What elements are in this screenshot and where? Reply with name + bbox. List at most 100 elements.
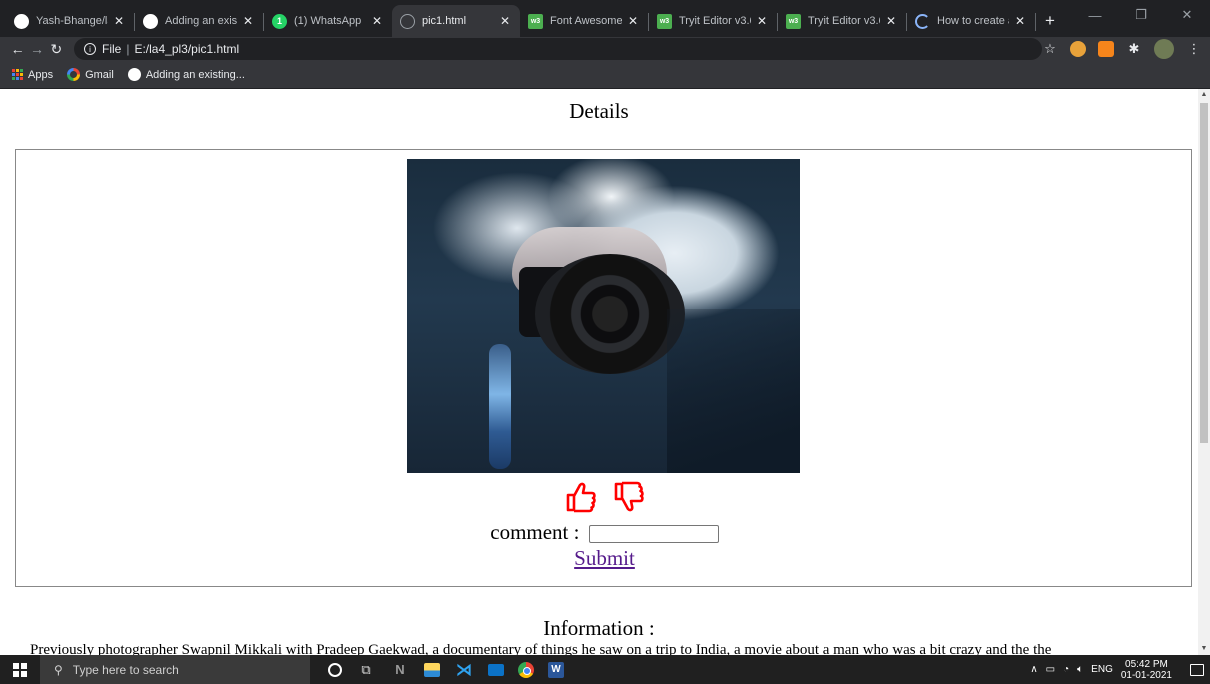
chevron-up-icon[interactable]: ∧ <box>1030 664 1037 675</box>
metamask-extension-icon[interactable] <box>1098 41 1114 57</box>
tab-title: pic1.html <box>422 15 467 27</box>
tab-how-to-create[interactable]: How to create an ✕ <box>907 5 1035 37</box>
forward-arrow-icon[interactable]: → <box>27 41 46 57</box>
page-scrollbar[interactable]: ▲ ▼ <box>1198 89 1210 655</box>
maximize-icon[interactable]: ❐ <box>1118 0 1164 30</box>
start-button[interactable] <box>0 655 40 684</box>
tab-pic1-active[interactable]: pic1.html ✕ <box>392 5 520 37</box>
taskbar-search[interactable]: ⚲ Type here to search <box>40 655 310 684</box>
address-url[interactable]: E:/la4_pl3/pic1.html <box>134 42 239 56</box>
volume-icon[interactable]: 🔈︎ <box>1077 664 1083 675</box>
system-tray: ∧ ▭ ◔ 🔈︎ ENG 05:42 PM 01-01-2021 <box>1030 659 1210 681</box>
submit-row: Submit <box>16 546 1193 571</box>
tab-title: (1) WhatsApp <box>294 15 362 27</box>
apps-grid-icon <box>12 69 23 80</box>
close-icon[interactable]: ✕ <box>498 14 512 28</box>
clock[interactable]: 05:42 PM 01-01-2021 <box>1121 659 1172 681</box>
search-placeholder: Type here to search <box>72 662 179 677</box>
photo-shadow <box>667 309 800 473</box>
notion-icon[interactable]: N <box>390 660 410 680</box>
extensions-puzzle-icon[interactable]: ✱ <box>1126 41 1142 57</box>
globe-icon <box>400 13 415 29</box>
new-tab-button[interactable]: + <box>1036 5 1064 37</box>
clock-date: 01-01-2021 <box>1120 669 1172 681</box>
vscode-icon[interactable]: ⋊ <box>454 660 474 680</box>
tab-title: Tryit Editor v3.6 <box>808 15 880 27</box>
tab-adding-existing[interactable]: Adding an existing ✕ <box>135 5 263 37</box>
address-divider: | <box>126 42 130 56</box>
close-window-icon[interactable]: ✕ <box>1164 0 1210 30</box>
tab-title: Font Awesome Ha <box>550 15 622 27</box>
w3schools-icon: w3 <box>657 13 672 29</box>
photo-strap <box>489 344 511 469</box>
bookmark-adding-existing[interactable]: Adding an existing... <box>127 68 245 81</box>
clock-time: 05:42 PM <box>1125 658 1168 670</box>
scroll-down-arrow-icon[interactable]: ▼ <box>1198 643 1210 655</box>
tab-title: Tryit Editor v3.6 <box>679 15 751 27</box>
bookmark-label: Apps <box>28 68 54 81</box>
page-viewport: Details comment : Submit Information : P… <box>0 89 1198 655</box>
tab-tryit-1[interactable]: w3 Tryit Editor v3.6 ✕ <box>649 5 777 37</box>
profile-avatar[interactable] <box>1154 39 1174 59</box>
close-icon[interactable]: ✕ <box>884 14 898 28</box>
github-icon <box>14 13 29 29</box>
close-icon[interactable]: ✕ <box>112 14 126 28</box>
cortana-icon[interactable] <box>328 662 342 677</box>
info-icon[interactable]: i <box>83 43 96 55</box>
reaction-buttons <box>16 480 1193 514</box>
windows-taskbar: ⚲ Type here to search ⧉ N ⋊ W ∧ ▭ ◔ 🔈︎ E… <box>0 655 1210 684</box>
whatsapp-icon: 1 <box>272 13 287 29</box>
minimize-icon[interactable]: — <box>1072 0 1118 30</box>
tab-strip: Yash-Bhange/la4_p ✕ Adding an existing ✕… <box>0 0 1210 37</box>
tab-font-awesome[interactable]: w3 Font Awesome Ha ✕ <box>520 5 648 37</box>
bookmark-label: Gmail <box>85 68 114 81</box>
close-icon[interactable]: ✕ <box>626 14 640 28</box>
submit-link[interactable]: Submit <box>574 546 635 570</box>
close-icon[interactable]: ✕ <box>755 14 769 28</box>
back-arrow-icon[interactable]: ← <box>8 41 27 57</box>
reload-icon[interactable]: ↻ <box>47 41 66 58</box>
github-icon <box>127 68 141 81</box>
bookmark-star-icon[interactable]: ☆ <box>1042 41 1058 57</box>
tab-tryit-2[interactable]: w3 Tryit Editor v3.6 ✕ <box>778 5 906 37</box>
details-heading: Details <box>569 99 629 123</box>
comment-input[interactable] <box>588 525 719 544</box>
toolbar-actions: ☆ ✱ ⋮ <box>1042 39 1202 59</box>
extension-icon[interactable] <box>1070 41 1086 57</box>
menu-kebab-icon[interactable]: ⋮ <box>1186 41 1202 57</box>
taskbar-apps: ⧉ N ⋊ W <box>328 660 564 680</box>
scroll-up-arrow-icon[interactable]: ▲ <box>1198 89 1210 101</box>
window-controls: — ❐ ✕ <box>1072 0 1210 30</box>
scrollbar-thumb[interactable] <box>1200 103 1208 443</box>
bookmark-apps[interactable]: Apps <box>12 69 53 81</box>
tab-title: How to create an <box>937 15 1009 27</box>
information-paragraph: Previously photographer Swapnil Mikkali … <box>30 642 1052 655</box>
close-icon[interactable]: ✕ <box>1013 14 1027 28</box>
information-heading: Information : <box>543 616 655 640</box>
bookmark-gmail[interactable]: Gmail <box>67 68 114 81</box>
close-icon[interactable]: ✕ <box>370 14 384 28</box>
details-card: comment : Submit <box>15 149 1192 587</box>
task-view-icon[interactable]: ⧉ <box>356 660 376 680</box>
close-icon[interactable]: ✕ <box>241 14 255 28</box>
file-explorer-icon[interactable] <box>424 662 440 677</box>
address-scheme-label: File <box>101 42 122 56</box>
address-bar[interactable]: i File | E:/la4_pl3/pic1.html <box>73 38 1042 60</box>
chrome-icon[interactable] <box>518 661 534 678</box>
battery-icon[interactable]: ▭ <box>1046 664 1055 675</box>
windows-logo-icon <box>13 662 27 677</box>
language-indicator[interactable]: ENG <box>1091 664 1113 675</box>
google-icon <box>67 68 81 81</box>
wifi-icon[interactable]: ◔ <box>1063 664 1069 675</box>
github-icon <box>143 13 158 29</box>
loading-icon <box>915 13 930 29</box>
mail-icon[interactable] <box>488 663 504 676</box>
word-icon[interactable]: W <box>548 661 564 678</box>
notification-icon[interactable] <box>1190 663 1204 676</box>
tab-github-repo[interactable]: Yash-Bhange/la4_p ✕ <box>6 5 134 37</box>
thumbs-down-icon[interactable] <box>612 480 646 514</box>
browser-toolbar: ← → ↻ i File | E:/la4_pl3/pic1.html ☆ ✱ … <box>0 37 1210 61</box>
tab-whatsapp[interactable]: 1 (1) WhatsApp ✕ <box>264 5 392 37</box>
thumbs-up-icon[interactable] <box>564 480 598 514</box>
tab-title: Yash-Bhange/la4_p <box>36 15 108 27</box>
